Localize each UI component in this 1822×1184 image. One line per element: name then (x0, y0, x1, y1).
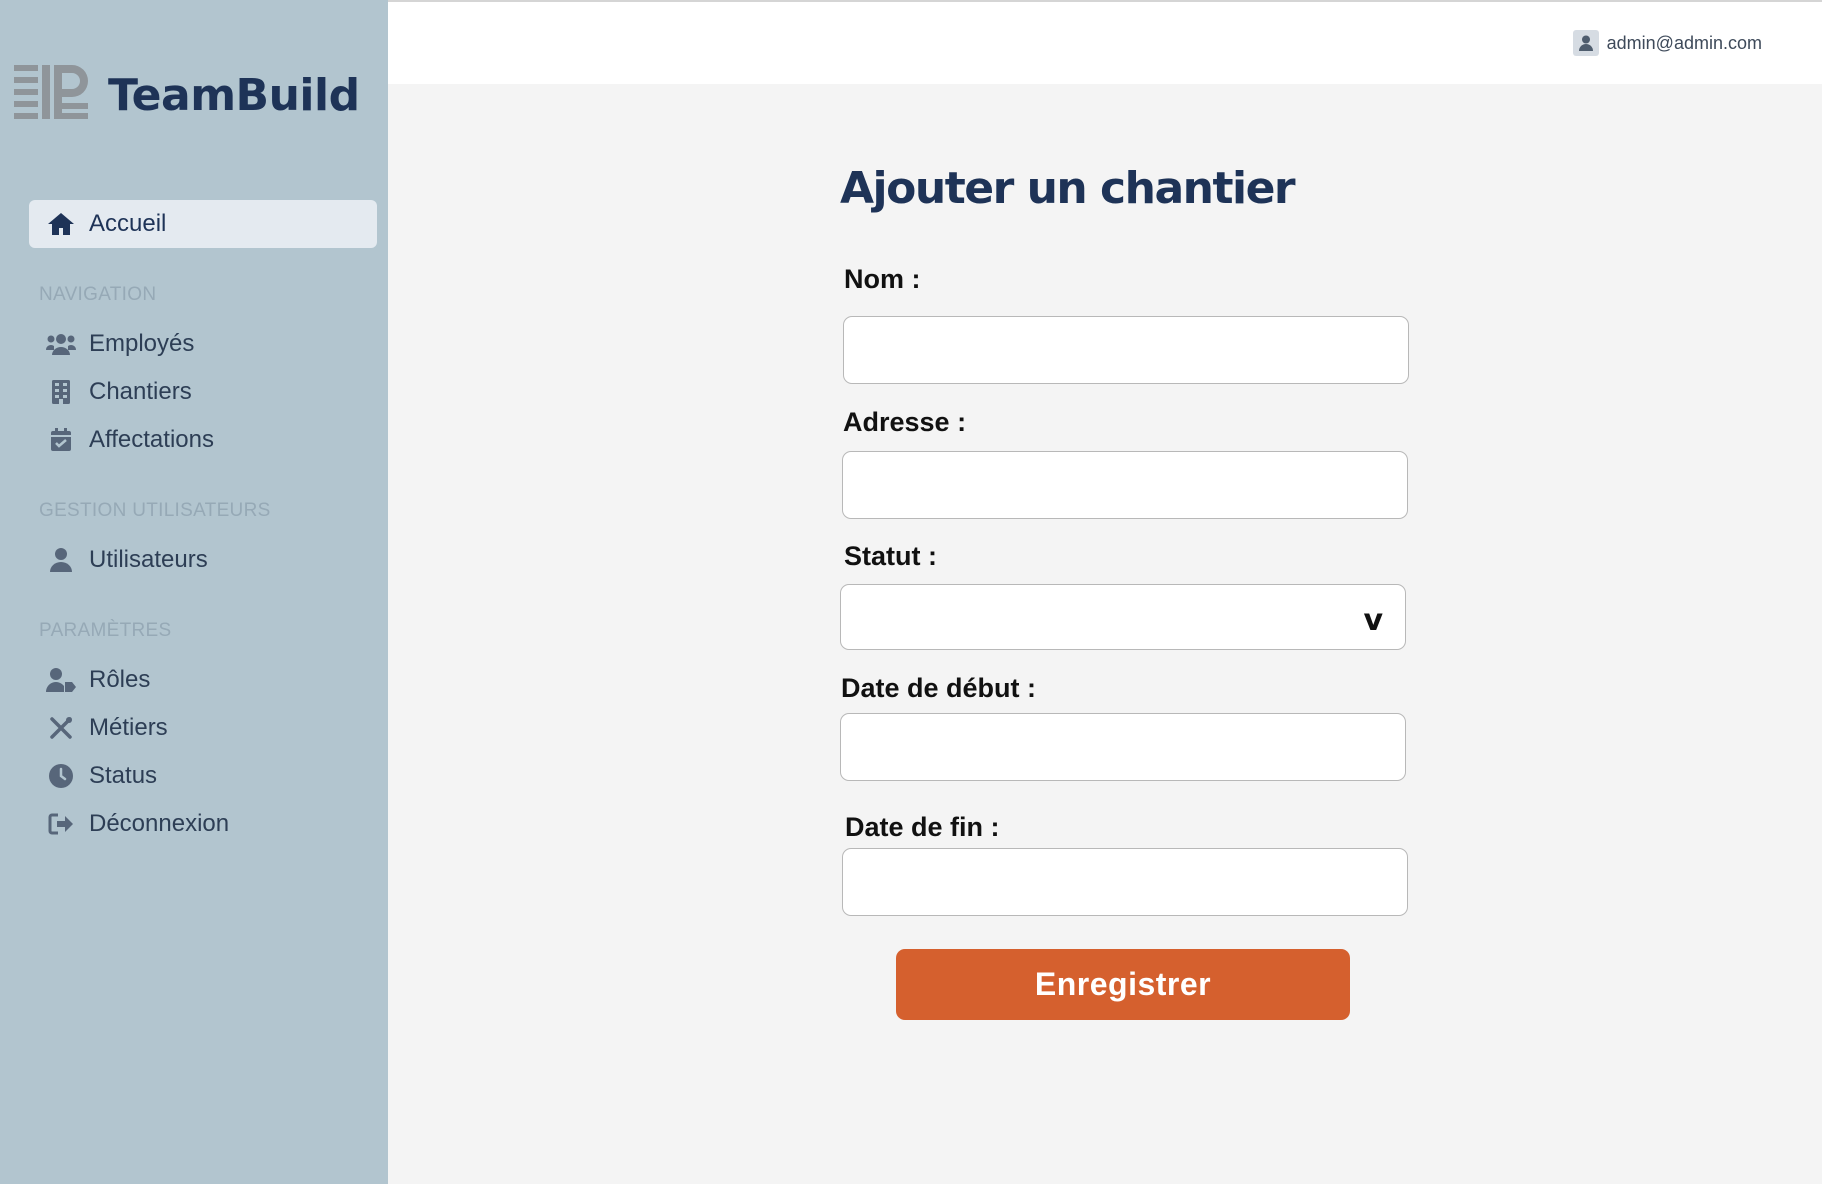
sidebar-item-label: Status (89, 762, 158, 789)
brand[interactable]: TeamBuild (14, 62, 360, 128)
sidebar-item-label: Chantiers (89, 378, 192, 405)
sidebar-item-label: Déconnexion (89, 810, 230, 837)
tools-icon (39, 715, 83, 741)
user-menu[interactable]: admin@admin.com (1572, 30, 1762, 56)
sidebar-item-chantiers[interactable]: Chantiers (29, 372, 377, 412)
brand-name: TeamBuild (108, 69, 360, 121)
user-icon (39, 548, 83, 572)
home-icon (39, 212, 83, 236)
nom-label: Nom : (844, 264, 921, 294)
sidebar-item-label: Rôles (89, 666, 151, 693)
statut-label: Statut : (844, 541, 937, 571)
sidebar-item-deconnexion[interactable]: Déconnexion (29, 804, 377, 844)
sidebar-item-status[interactable]: Status (29, 756, 377, 796)
sidebar-item-label: Métiers (89, 714, 168, 741)
user-tag-icon (39, 668, 83, 692)
sidebar-item-label: Employés (89, 330, 195, 357)
date-fin-label: Date de fin : (845, 812, 1000, 842)
date-debut-label: Date de début : (841, 673, 1037, 703)
calendar-check-icon (39, 428, 83, 452)
logout-icon (39, 813, 83, 835)
building-icon (39, 380, 83, 404)
page-title: Ajouter un chantier (840, 163, 1296, 214)
sidebar-item-label: Affectations (89, 426, 214, 453)
statut-select[interactable]: v (840, 584, 1406, 650)
adresse-label: Adresse : (843, 407, 967, 437)
tb-logo-icon (14, 65, 88, 119)
section-title-navigation: NAVIGATION (39, 284, 157, 305)
sidebar-item-roles[interactable]: Rôles (29, 660, 377, 700)
save-button[interactable]: Enregistrer (896, 949, 1350, 1020)
sidebar-item-metiers[interactable]: Métiers (29, 708, 377, 748)
section-title-gestion-utilisateurs: GESTION UTILISATEURS (39, 500, 271, 521)
sidebar: TeamBuild Accueil NAVIGATION Employés Ch… (0, 0, 388, 1184)
sidebar-item-affectations[interactable]: Affectations (29, 420, 377, 460)
clock-icon (39, 764, 83, 788)
users-icon (39, 333, 83, 355)
date-debut-field[interactable] (840, 713, 1406, 781)
sidebar-item-utilisateurs[interactable]: Utilisateurs (29, 540, 377, 580)
section-title-parametres: PARAMÈTRES (39, 620, 172, 641)
chevron-down-icon: v (1363, 603, 1383, 638)
sidebar-item-label: Utilisateurs (89, 546, 208, 573)
sidebar-item-label: Accueil (89, 210, 167, 237)
sidebar-item-employes[interactable]: Employés (29, 324, 377, 364)
user-email: admin@admin.com (1606, 32, 1762, 53)
top-header: admin@admin.com (388, 0, 1822, 84)
user-icon (1572, 30, 1599, 56)
sidebar-item-accueil[interactable]: Accueil (29, 200, 377, 248)
adresse-field[interactable] (842, 451, 1408, 519)
date-fin-field[interactable] (842, 848, 1408, 916)
nom-field[interactable] (843, 316, 1409, 384)
